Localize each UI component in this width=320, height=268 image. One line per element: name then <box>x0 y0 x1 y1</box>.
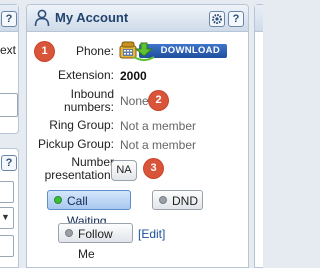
left-panel-select[interactable]: ▼ <box>0 207 14 229</box>
ring-group-value: Not a member <box>120 119 197 133</box>
extension-value: 2000 <box>120 69 147 83</box>
help-icon[interactable]: ? <box>228 11 244 27</box>
user-icon <box>34 9 50 27</box>
left-panel-help-icon[interactable]: ? <box>1 11 17 27</box>
download-arrow-icon <box>133 42 155 61</box>
number-presentation-label-line2: presentation: <box>44 168 114 182</box>
left-panel-lower: ? ▼ <box>0 148 19 268</box>
chevron-down-icon: ▼ <box>1 212 10 222</box>
left-panel-header: ? <box>0 5 18 32</box>
call-waiting-button[interactable]: Call Waiting <box>47 190 131 228</box>
ring-group-label: Ring Group: <box>49 118 114 132</box>
gear-icon[interactable] <box>209 11 225 27</box>
left-panel: ? ext <box>0 4 19 134</box>
dnd-label: DND <box>172 194 198 208</box>
phone-label: Phone: <box>75 44 114 58</box>
inbound-numbers-label-line2: numbers: <box>63 100 114 114</box>
edit-link[interactable]: [Edit] <box>138 227 165 241</box>
step-badge-1: 1 <box>35 42 54 61</box>
extension-label: Extension: <box>57 68 114 82</box>
right-panel <box>254 4 263 268</box>
number-presentation-button[interactable]: NA <box>111 160 137 181</box>
follow-me-label: Follow Me <box>78 227 113 261</box>
status-dot-icon <box>65 229 73 237</box>
download-label: DOWNLOAD <box>160 45 220 56</box>
step-badge-2: 2 <box>149 91 168 110</box>
pickup-group-value: Not a member <box>120 138 197 152</box>
right-panel-header <box>255 5 263 32</box>
left-panel-field[interactable] <box>0 93 18 117</box>
pickup-group-label: Pickup Group: <box>37 137 114 151</box>
left-panel-select[interactable] <box>0 181 14 203</box>
inbound-numbers-value: None <box>120 94 149 108</box>
panel-title: My Account <box>55 10 129 25</box>
download-button[interactable]: DOWNLOAD <box>133 42 227 61</box>
dnd-button[interactable]: DND <box>152 190 203 210</box>
follow-me-button[interactable]: Follow Me <box>58 223 133 261</box>
status-dot-icon <box>54 196 62 204</box>
left-panel-field[interactable] <box>0 235 14 257</box>
left-panel-lower-help-icon[interactable]: ? <box>1 155 17 171</box>
my-account-panel: My Account ? 1 Phone: DOWNLOAD Extension… <box>26 4 249 268</box>
left-panel-text: ext <box>0 43 17 57</box>
step-badge-3: 3 <box>144 159 163 178</box>
status-dot-icon <box>159 196 167 204</box>
panel-header: My Account ? <box>27 5 248 32</box>
left-panel-lower-header: ? <box>0 149 18 175</box>
